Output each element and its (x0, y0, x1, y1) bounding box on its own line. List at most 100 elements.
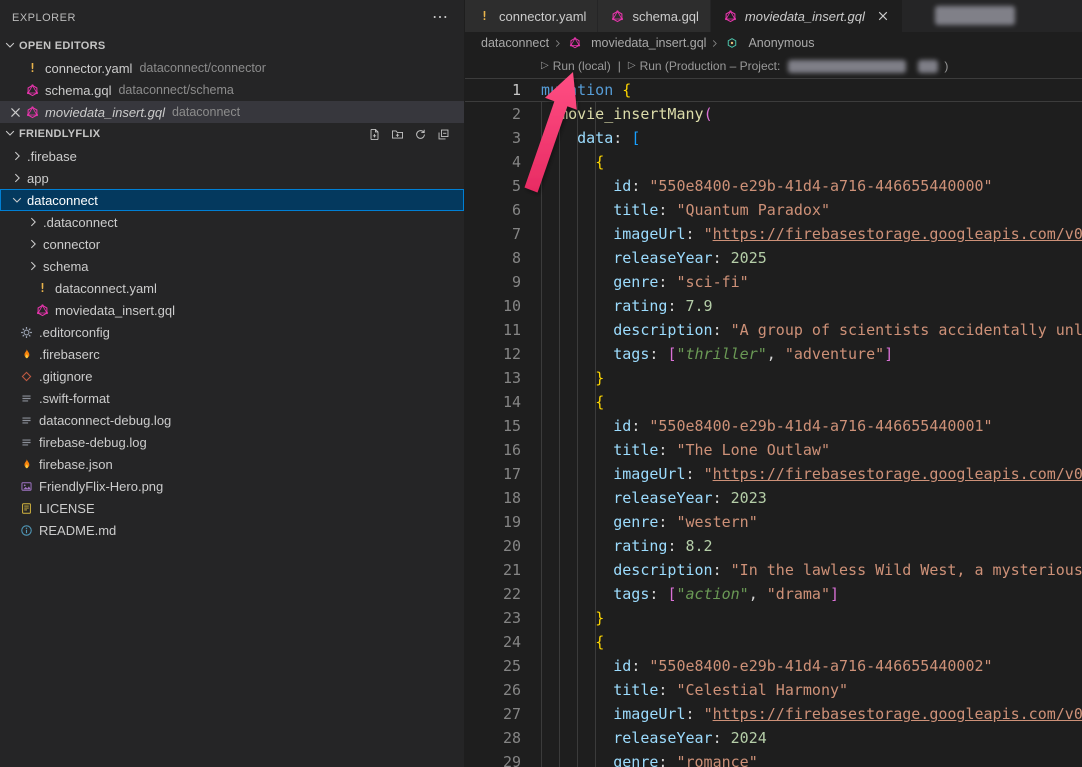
code-line[interactable]: 10 rating: 7.9 (465, 294, 1082, 318)
file-item[interactable]: !dataconnect.yaml (0, 277, 464, 299)
warning-icon: ! (34, 280, 51, 296)
folder-item[interactable]: .firebase (0, 145, 464, 167)
code-text: mutation { (521, 78, 631, 102)
folder-item[interactable]: schema (0, 255, 464, 277)
file-item[interactable]: .firebaserc (0, 343, 464, 365)
file-path: dataconnect/schema (118, 83, 233, 97)
open-editor-item[interactable]: !connector.yamldataconnect/connector (0, 57, 464, 79)
run-production-button[interactable]: ▷ Run (Production – Project: ) (628, 54, 948, 78)
file-name: moviedata_insert.gql (55, 303, 175, 318)
close-editor-button[interactable] (7, 104, 24, 120)
lines-icon (18, 434, 35, 450)
license-icon (18, 500, 35, 516)
code-line[interactable]: 12 tags: ["thriller", "adventure"] (465, 342, 1082, 366)
line-number: 26 (465, 678, 521, 702)
code-line[interactable]: 24 { (465, 630, 1082, 654)
new-folder-button[interactable] (389, 126, 406, 142)
file-item[interactable]: .gitignore (0, 365, 464, 387)
code-line[interactable]: 25 id: "550e8400-e29b-41d4-a716-44665544… (465, 654, 1082, 678)
chevron-right-icon (24, 258, 41, 274)
line-number: 1 (465, 78, 521, 102)
code-line[interactable]: 7 imageUrl: "https://firebasestorage.goo… (465, 222, 1082, 246)
graphql-icon (24, 104, 41, 120)
file-item[interactable]: dataconnect-debug.log (0, 409, 464, 431)
code-text: genre: "western" (521, 510, 758, 534)
new-file-button[interactable] (366, 126, 383, 142)
code-line[interactable]: 1mutation { (465, 78, 1082, 102)
code-text: id: "550e8400-e29b-41d4-a716-44665544000… (521, 654, 993, 678)
folder-item[interactable]: dataconnect (0, 189, 464, 211)
code-line[interactable]: 20 rating: 8.2 (465, 534, 1082, 558)
line-number: 17 (465, 462, 521, 486)
code-text: releaseYear: 2025 (521, 246, 767, 270)
file-item[interactable]: LICENSE (0, 497, 464, 519)
code-text: genre: "sci-fi" (521, 270, 749, 294)
open-editor-item[interactable]: moviedata_insert.gqldataconnect (0, 101, 464, 123)
project-section-header[interactable]: FRIENDLYFLIX (0, 123, 464, 145)
file-item[interactable]: firebase-debug.log (0, 431, 464, 453)
code-line[interactable]: 17 imageUrl: "https://firebasestorage.go… (465, 462, 1082, 486)
code-line[interactable]: 3 data: [ (465, 126, 1082, 150)
code-line[interactable]: 18 releaseYear: 2023 (465, 486, 1082, 510)
explorer-more-button[interactable]: ⋯ (428, 10, 452, 26)
line-number: 14 (465, 390, 521, 414)
redacted-project-suffix (918, 60, 938, 73)
code-line[interactable]: 15 id: "550e8400-e29b-41d4-a716-44665544… (465, 414, 1082, 438)
code-line[interactable]: 14 { (465, 390, 1082, 414)
code-text: rating: 7.9 (521, 294, 713, 318)
close-tab-button[interactable] (875, 8, 891, 24)
breadcrumb-item[interactable]: moviedata_insert.gql (566, 35, 706, 51)
code-line[interactable]: 4 { (465, 150, 1082, 174)
code-line[interactable]: 5 id: "550e8400-e29b-41d4-a716-446655440… (465, 174, 1082, 198)
file-item[interactable]: .editorconfig (0, 321, 464, 343)
collapse-all-button[interactable] (435, 126, 452, 142)
code-line[interactable]: 27 imageUrl: "https://firebasestorage.go… (465, 702, 1082, 726)
open-editors-section-header[interactable]: OPEN EDITORS (0, 35, 464, 57)
editor-tab[interactable]: !connector.yaml (465, 0, 598, 32)
code-line[interactable]: 6 title: "Quantum Paradox" (465, 198, 1082, 222)
folder-item[interactable]: connector (0, 233, 464, 255)
file-item[interactable]: README.md (0, 519, 464, 541)
line-number: 23 (465, 606, 521, 630)
code-line[interactable]: 28 releaseYear: 2024 (465, 726, 1082, 750)
code-line[interactable]: 19 genre: "western" (465, 510, 1082, 534)
file-item[interactable]: FriendlyFlix-Hero.png (0, 475, 464, 497)
code-line[interactable]: 2 movie_insertMany( (465, 102, 1082, 126)
editor-tab[interactable]: moviedata_insert.gql (711, 0, 903, 32)
graphql-icon (566, 35, 583, 51)
refresh-button[interactable] (412, 126, 429, 142)
code-line[interactable]: 16 title: "The Lone Outlaw" (465, 438, 1082, 462)
code-line[interactable]: 23 } (465, 606, 1082, 630)
file-name: dataconnect (27, 193, 98, 208)
file-item[interactable]: moviedata_insert.gql (0, 299, 464, 321)
code-line[interactable]: 29 genre: "romance" (465, 750, 1082, 767)
editor-tab[interactable]: schema.gql (598, 0, 710, 32)
run-local-button[interactable]: ▷ Run (local) (541, 54, 611, 78)
code-line[interactable]: 22 tags: ["action", "drama"] (465, 582, 1082, 606)
warning-icon: ! (24, 60, 41, 76)
file-item[interactable]: firebase.json (0, 453, 464, 475)
code-line[interactable]: 13 } (465, 366, 1082, 390)
folder-item[interactable]: .dataconnect (0, 211, 464, 233)
graphql-icon (722, 8, 739, 24)
line-number: 25 (465, 654, 521, 678)
code-text: title: "Celestial Harmony" (521, 678, 848, 702)
file-item[interactable]: .swift-format (0, 387, 464, 409)
codelens-divider: | (618, 54, 621, 78)
file-name: .editorconfig (39, 325, 110, 340)
explorer-header: EXPLORER ⋯ (0, 0, 464, 35)
folder-item[interactable]: app (0, 167, 464, 189)
play-icon: ▷ (628, 54, 636, 78)
line-number: 6 (465, 198, 521, 222)
code-line[interactable]: 9 genre: "sci-fi" (465, 270, 1082, 294)
line-number: 21 (465, 558, 521, 582)
code-line[interactable]: 11 description: "A group of scientists a… (465, 318, 1082, 342)
code-line[interactable]: 8 releaseYear: 2025 (465, 246, 1082, 270)
code-line[interactable]: 21 description: "In the lawless Wild Wes… (465, 558, 1082, 582)
open-editor-item[interactable]: schema.gqldataconnect/schema (0, 79, 464, 101)
line-number: 29 (465, 750, 521, 767)
code-line[interactable]: 26 title: "Celestial Harmony" (465, 678, 1082, 702)
breadcrumb-item[interactable]: Anonymous (723, 35, 814, 51)
breadcrumb-item[interactable]: dataconnect (481, 36, 549, 50)
chevron-right-icon (8, 148, 25, 164)
